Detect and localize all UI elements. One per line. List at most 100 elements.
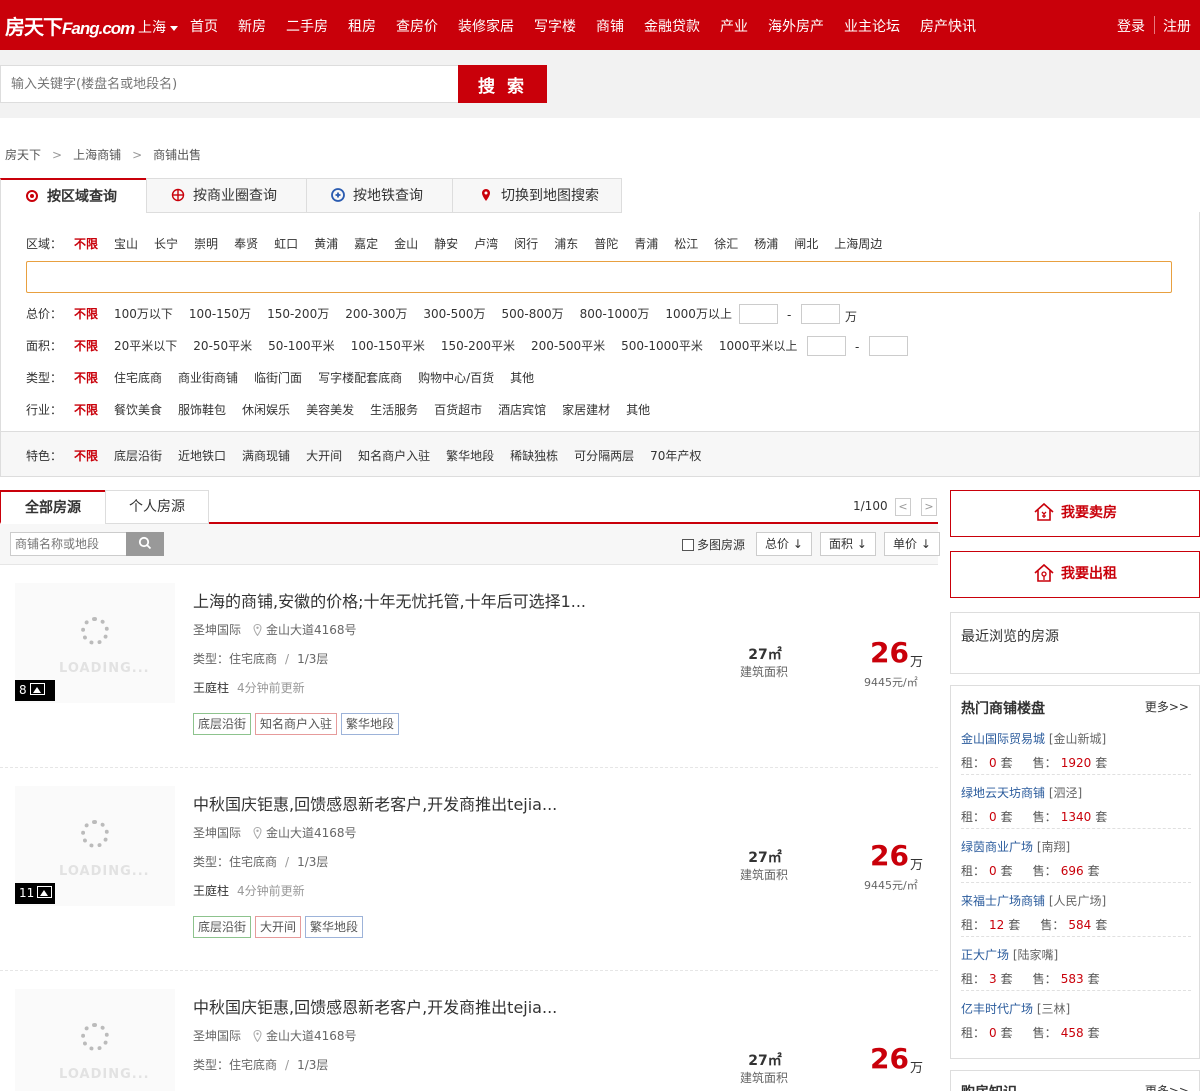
city-selector[interactable]: 上海 [138, 17, 178, 37]
hot-shops-more-link[interactable]: 更多>> [1145, 698, 1189, 715]
filter-option[interactable]: 静安 [434, 235, 458, 252]
agent-name[interactable]: 王庭柱 [193, 681, 229, 695]
filter-option[interactable]: 奉贤 [234, 235, 258, 252]
listing-thumbnail[interactable]: LOADING... [15, 989, 175, 1091]
search-button[interactable]: 搜 索 [458, 65, 547, 103]
filter-option[interactable]: 金山 [394, 235, 418, 252]
filter-option[interactable]: 500-1000平米 [621, 337, 703, 354]
filter-option[interactable]: 近地铁口 [178, 447, 226, 464]
next-page-button[interactable]: > [921, 498, 937, 516]
filter-option[interactable]: 闸北 [794, 235, 818, 252]
filter-option[interactable]: 100-150万 [189, 305, 251, 322]
nav-item-news[interactable]: 房产快讯 [920, 16, 976, 36]
tab-all-listings[interactable]: 全部房源 [0, 490, 106, 524]
filter-option[interactable]: 黄浦 [314, 235, 338, 252]
price-min-input[interactable] [739, 304, 778, 324]
filter-option[interactable]: 购物中心/百货 [418, 369, 494, 386]
hot-shop-item[interactable]: 来福士广场商铺 [人民广场] [961, 892, 1106, 909]
filter-option[interactable]: 杨浦 [754, 235, 778, 252]
rent-out-button[interactable]: 我要出租 [950, 551, 1200, 598]
keyword-input[interactable] [10, 532, 127, 556]
filter-option[interactable]: 稀缺独栋 [510, 447, 558, 464]
buying-knowledge-more-link[interactable]: 更多>> [1145, 1082, 1189, 1091]
listing-thumbnail[interactable]: LOADING... 8 [15, 583, 175, 703]
filter-option[interactable]: 闵行 [514, 235, 538, 252]
filter-option[interactable]: 生活服务 [370, 401, 418, 418]
filter-option[interactable]: 150-200万 [267, 305, 329, 322]
hot-shop-item[interactable]: 亿丰时代广场 [三林] [961, 1000, 1070, 1017]
filter-option[interactable]: 服饰鞋包 [178, 401, 226, 418]
area-min-input[interactable] [807, 336, 846, 356]
filter-option[interactable]: 嘉定 [354, 235, 378, 252]
tab-map-search[interactable]: 切换到地图搜索 [452, 178, 622, 213]
listing-title[interactable]: 中秋国庆钜惠,回馈感恩新老客户,开发商推出tejia... [193, 994, 557, 1018]
project-name[interactable]: 圣坤国际 [193, 1029, 241, 1043]
hot-shop-item[interactable]: 绿地云天坊商铺 [泗泾] [961, 784, 1082, 801]
filter-option[interactable]: 1000平米以上 [719, 337, 798, 354]
filter-option[interactable]: 美容美发 [306, 401, 354, 418]
filter-option[interactable]: 200-300万 [345, 305, 407, 322]
multi-pic-filter[interactable]: 多图房源 [682, 536, 745, 553]
nav-item-office[interactable]: 写字楼 [534, 16, 576, 36]
prev-page-button[interactable]: < [895, 498, 911, 516]
filter-option[interactable]: 满商现铺 [242, 447, 290, 464]
filter-option[interactable]: 宝山 [114, 235, 138, 252]
agent-name[interactable]: 王庭柱 [193, 884, 229, 898]
filter-option[interactable]: 不限 [74, 369, 98, 386]
checkbox[interactable] [682, 539, 694, 551]
filter-option[interactable]: 徐汇 [714, 235, 738, 252]
project-name[interactable]: 圣坤国际 [193, 826, 241, 840]
filter-option[interactable]: 不限 [74, 337, 98, 354]
filter-option[interactable]: 大开间 [306, 447, 342, 464]
nav-item-shops[interactable]: 商铺 [596, 16, 624, 36]
nav-item-second-hand[interactable]: 二手房 [286, 16, 328, 36]
nav-item-forum[interactable]: 业主论坛 [844, 16, 900, 36]
tab-personal-listings[interactable]: 个人房源 [105, 490, 209, 524]
filter-option[interactable]: 上海周边 [834, 235, 882, 252]
keyword-search-button[interactable] [126, 532, 164, 556]
filter-option[interactable]: 崇明 [194, 235, 218, 252]
hot-shop-item[interactable]: 金山国际贸易城 [金山新城] [961, 730, 1106, 747]
filter-option[interactable]: 知名商户入驻 [358, 447, 430, 464]
filter-option[interactable]: 800-1000万 [580, 305, 650, 322]
price-max-input[interactable] [801, 304, 840, 324]
filter-option[interactable]: 200-500平米 [531, 337, 605, 354]
filter-option[interactable]: 餐饮美食 [114, 401, 162, 418]
nav-item-new-house[interactable]: 新房 [238, 16, 266, 36]
filter-option[interactable]: 可分隔两层 [574, 447, 634, 464]
filter-option[interactable]: 不限 [74, 305, 98, 322]
listing-title[interactable]: 中秋国庆钜惠,回馈感恩新老客户,开发商推出tejia... [193, 791, 557, 815]
breadcrumb-home[interactable]: 房天下 [5, 148, 41, 162]
filter-option[interactable]: 长宁 [154, 235, 178, 252]
filter-option[interactable]: 不限 [74, 401, 98, 418]
sort-area-button[interactable]: 面积 ↓ [820, 532, 876, 556]
project-name[interactable]: 圣坤国际 [193, 623, 241, 637]
filter-option[interactable]: 青浦 [634, 235, 658, 252]
filter-option[interactable]: 家居建材 [562, 401, 610, 418]
site-logo[interactable]: 房天下Fang.com [5, 11, 135, 40]
filter-option[interactable]: 虹口 [274, 235, 298, 252]
filter-option[interactable]: 百货超市 [434, 401, 482, 418]
tab-by-subway[interactable]: 按地铁查询 [306, 178, 453, 213]
search-input[interactable] [0, 65, 459, 103]
hot-shop-item[interactable]: 绿茵商业广场 [南翔] [961, 838, 1070, 855]
nav-item-overseas[interactable]: 海外房产 [768, 16, 824, 36]
filter-option[interactable]: 70年产权 [650, 447, 701, 464]
login-link[interactable]: 登录 [1117, 16, 1145, 36]
filter-option[interactable]: 松江 [674, 235, 698, 252]
filter-option[interactable]: 酒店宾馆 [498, 401, 546, 418]
filter-option[interactable]: 休闲娱乐 [242, 401, 290, 418]
filter-option[interactable]: 住宅底商 [114, 369, 162, 386]
listing-thumbnail[interactable]: LOADING... 11 [15, 786, 175, 906]
hot-shop-item[interactable]: 正大广场 [陆家嘴] [961, 946, 1058, 963]
filter-option[interactable]: 其他 [626, 401, 650, 418]
filter-option[interactable]: 卢湾 [474, 235, 498, 252]
filter-option[interactable]: 20平米以下 [114, 337, 177, 354]
filter-option[interactable]: 底层沿街 [114, 447, 162, 464]
filter-option[interactable]: 其他 [510, 369, 534, 386]
nav-item-home[interactable]: 首页 [190, 16, 218, 36]
breadcrumb-shanghai-shops[interactable]: 上海商铺 [73, 148, 121, 162]
area-max-input[interactable] [869, 336, 908, 356]
register-link[interactable]: 注册 [1163, 16, 1191, 36]
filter-option[interactable]: 繁华地段 [446, 447, 494, 464]
